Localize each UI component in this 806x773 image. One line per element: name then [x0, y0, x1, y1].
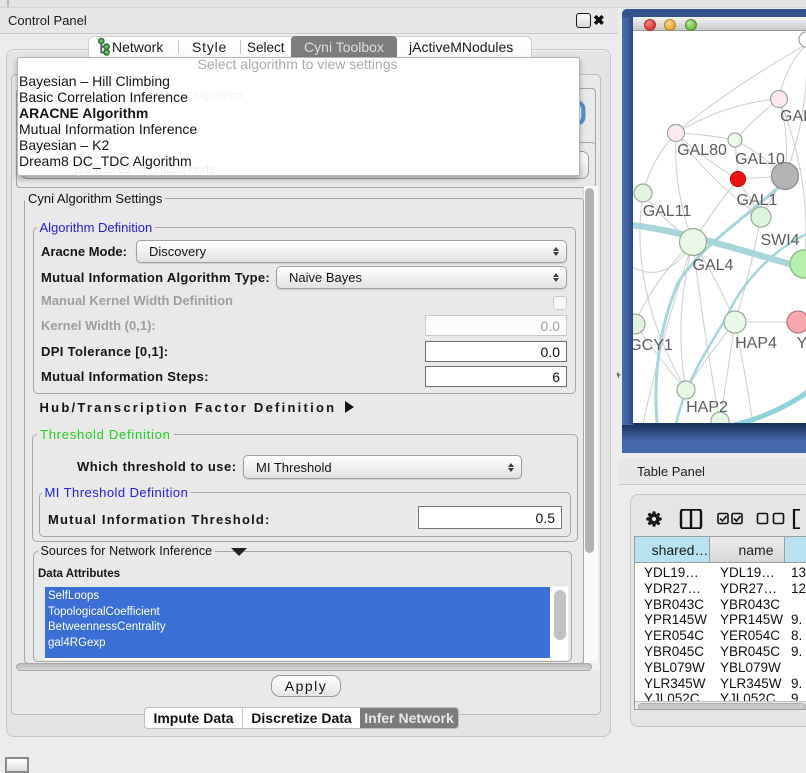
- svg-text:Y: Y: [797, 335, 806, 352]
- svg-text:GAL11: GAL11: [643, 203, 692, 220]
- svg-text:HAP4: HAP4: [735, 335, 777, 352]
- svg-text:HAP2: HAP2: [686, 399, 728, 416]
- svg-text:GAL4: GAL4: [693, 257, 734, 274]
- svg-text:GAL1: GAL1: [737, 192, 778, 209]
- svg-text:GCY1: GCY1: [633, 337, 673, 354]
- svg-text:GAL80: GAL80: [677, 142, 727, 159]
- svg-text:GAL7: GAL7: [780, 108, 806, 125]
- svg-text:GAL10: GAL10: [735, 151, 785, 168]
- svg-text:SWI4: SWI4: [760, 232, 799, 249]
